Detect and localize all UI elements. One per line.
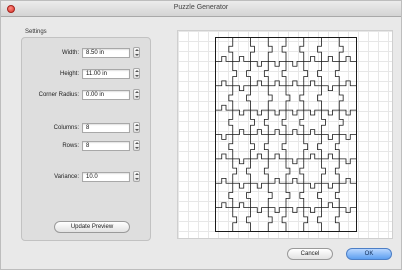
settings-group-title: Settings [25,29,47,35]
height-field[interactable]: 11.00 in [82,69,130,79]
window-title: Puzzle Generator [173,4,229,11]
title-bar[interactable]: Puzzle Generator [1,1,401,17]
update-preview-button[interactable]: Update Preview [54,221,130,233]
settings-panel [21,37,151,241]
corner-radius-stepper[interactable] [133,89,140,100]
variance-label: Variance: [54,174,79,180]
rows-stepper[interactable] [133,140,140,151]
puzzle-pieces-drawing [215,37,357,232]
width-label: Width: [61,50,79,56]
width-field[interactable]: 8.50 in [82,48,130,58]
variance-stepper[interactable] [133,171,140,182]
columns-label: Columns: [53,125,79,131]
height-label: Height: [59,71,79,77]
height-stepper[interactable] [133,68,140,79]
width-stepper[interactable] [133,47,140,58]
ok-button[interactable]: OK [346,248,392,260]
puzzle-generator-window: Puzzle Generator Settings Width: 8.50 in… [0,0,402,270]
columns-stepper[interactable] [133,122,140,133]
corner-radius-field[interactable]: 0.00 in [82,90,130,100]
puzzle-cut-lines [215,37,357,232]
columns-field[interactable]: 8 [82,123,130,133]
rows-field[interactable]: 8 [82,141,130,151]
cancel-button[interactable]: Cancel [287,248,333,260]
corner-radius-label: Corner Radius: [38,92,79,98]
variance-field[interactable]: 10.0 [82,172,130,182]
rows-label: Rows: [62,143,79,149]
puzzle-preview [177,30,393,239]
